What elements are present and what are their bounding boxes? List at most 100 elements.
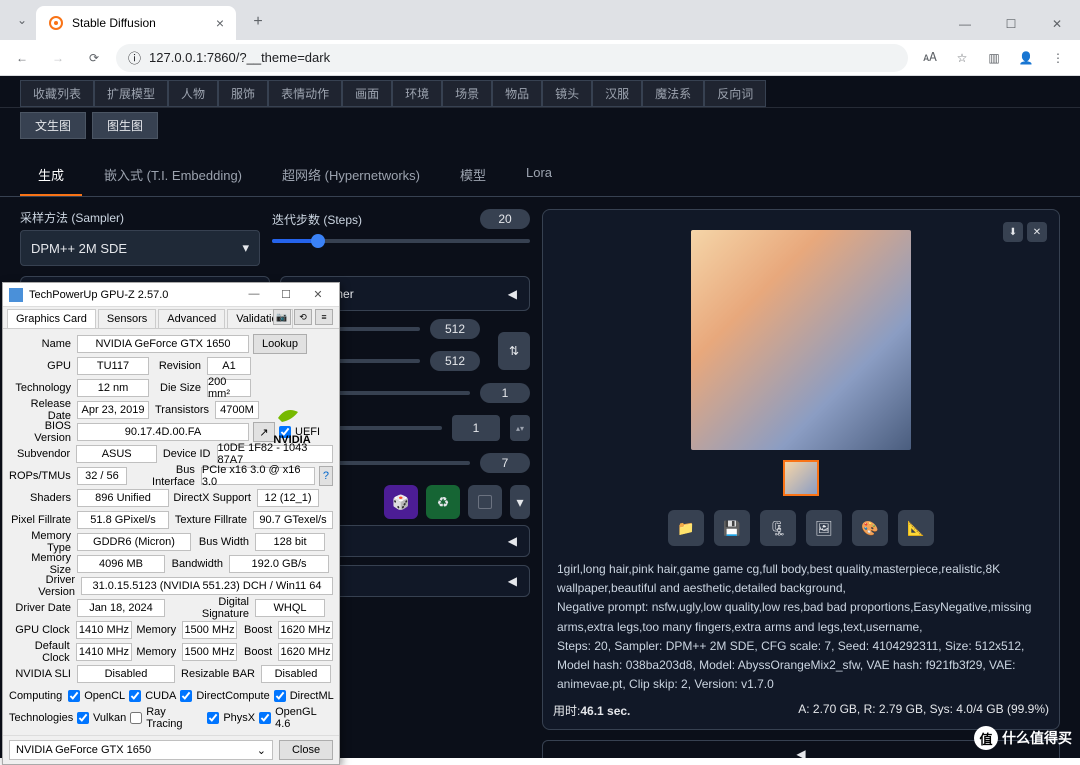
tab-title: Stable Diffusion bbox=[72, 16, 156, 30]
gpuz-settings-button[interactable]: ≡ bbox=[315, 309, 333, 325]
watermark-icon: 值 bbox=[974, 726, 998, 750]
reuse-seed-button[interactable]: ♻ bbox=[426, 485, 460, 519]
watermark-text: 什么值得买 bbox=[1002, 728, 1072, 748]
tab-list-arrow[interactable]: ⌄ bbox=[8, 6, 36, 34]
gpuz-titlebar[interactable]: TechPowerUp GPU-Z 2.57.0 — ☐ ✕ bbox=[3, 283, 339, 307]
height-value[interactable]: 512 bbox=[430, 351, 480, 371]
thumbnail[interactable] bbox=[783, 460, 819, 496]
translate-icon[interactable]: 🗚 bbox=[916, 44, 944, 72]
generated-image[interactable] bbox=[691, 230, 911, 450]
save-button[interactable]: 💾 bbox=[714, 510, 750, 546]
preview-panel: ⬇ ✕ 📁 💾 🗜 🖼 🎨 📐 1girl,long hair,pink hai… bbox=[542, 209, 1060, 730]
nav-item[interactable]: 魔法系 bbox=[642, 80, 704, 107]
download-button[interactable]: ⬇ bbox=[1003, 222, 1023, 242]
random-seed-button[interactable]: 🎲 bbox=[384, 485, 418, 519]
stepper-button[interactable]: ▴▾ bbox=[510, 415, 530, 441]
gpuz-icon bbox=[9, 288, 23, 302]
maximize-button[interactable]: ☐ bbox=[988, 8, 1034, 40]
collapse-arrow-icon: ◀ bbox=[508, 534, 517, 548]
minimize-button[interactable]: — bbox=[942, 8, 988, 40]
opencl-checkbox[interactable] bbox=[68, 690, 80, 702]
gpuz-close[interactable]: ✕ bbox=[303, 288, 333, 301]
time-value: 46.1 sec. bbox=[580, 704, 630, 718]
generation-info: Steps: 20, Sampler: DPM++ 2M SDE, CFG sc… bbox=[557, 637, 1045, 695]
sampler-label: 采样方法 (Sampler) bbox=[20, 209, 260, 226]
gpu-select-dropdown[interactable]: NVIDIA GeForce GTX 1650⌄ bbox=[9, 740, 273, 760]
nav-item[interactable]: 环境 bbox=[392, 80, 442, 107]
sidepanel-icon[interactable]: ▥ bbox=[980, 44, 1008, 72]
extra-button[interactable] bbox=[468, 485, 502, 519]
nvidia-logo: NVIDIA bbox=[257, 397, 327, 451]
close-preview-button[interactable]: ✕ bbox=[1027, 222, 1047, 242]
sampler-dropdown[interactable]: DPM++ 2M SDE ▾ bbox=[20, 230, 260, 266]
reload-button[interactable]: ⟳ bbox=[80, 44, 108, 72]
ruler-button[interactable]: 📐 bbox=[898, 510, 934, 546]
nav-item[interactable]: 镜头 bbox=[542, 80, 592, 107]
raytracing-checkbox[interactable] bbox=[130, 712, 142, 724]
gpuz-tab-advanced[interactable]: Advanced bbox=[158, 309, 225, 328]
forward-button[interactable]: → bbox=[44, 44, 72, 72]
nav-item[interactable]: 表情动作 bbox=[268, 80, 342, 107]
nav-item[interactable]: 物品 bbox=[492, 80, 542, 107]
nav-item[interactable]: 反向词 bbox=[704, 80, 766, 107]
gpuz-maximize[interactable]: ☐ bbox=[271, 288, 301, 301]
gpuz-window[interactable]: TechPowerUp GPU-Z 2.57.0 — ☐ ✕ Graphics … bbox=[2, 282, 340, 765]
nav-item[interactable]: 服饰 bbox=[218, 80, 268, 107]
time-label: 用时: bbox=[553, 704, 580, 718]
steps-slider[interactable] bbox=[272, 239, 530, 243]
vulkan-checkbox[interactable] bbox=[77, 712, 89, 724]
address-bar[interactable]: ⓘ 127.0.0.1:7860/?__theme=dark bbox=[116, 44, 908, 72]
nav-item[interactable]: 收藏列表 bbox=[20, 80, 94, 107]
browser-tab[interactable]: Stable Diffusion × bbox=[36, 6, 236, 40]
gpuz-refresh-button[interactable]: ⟲ bbox=[294, 309, 312, 325]
new-tab-button[interactable]: + bbox=[244, 8, 272, 36]
tab-hypernetworks[interactable]: 超网络 (Hypernetworks) bbox=[264, 155, 438, 196]
prompt-text: 1girl,long hair,pink hair,game game cg,f… bbox=[557, 560, 1045, 598]
gpuz-tab-sensors[interactable]: Sensors bbox=[98, 309, 156, 328]
folder-button[interactable]: 📁 bbox=[668, 510, 704, 546]
profile-icon[interactable]: 👤 bbox=[1012, 44, 1040, 72]
menu-icon[interactable]: ⋮ bbox=[1044, 44, 1072, 72]
img2img-button[interactable]: 图生图 bbox=[92, 112, 158, 139]
gpuz-screenshot-button[interactable]: 📷 bbox=[273, 309, 291, 325]
collapse-arrow-icon: ◀ bbox=[796, 747, 805, 758]
nav-item[interactable]: 扩展模型 bbox=[94, 80, 168, 107]
close-window-button[interactable]: ✕ bbox=[1034, 8, 1080, 40]
sampler-value: DPM++ 2M SDE bbox=[31, 241, 127, 256]
cfg-value[interactable]: 7 bbox=[480, 453, 530, 473]
tab-lora[interactable]: Lora bbox=[508, 155, 570, 196]
cuda-checkbox[interactable] bbox=[129, 690, 141, 702]
dropdown-arrow-icon[interactable]: ▾ bbox=[510, 485, 530, 519]
nav-item[interactable]: 画面 bbox=[342, 80, 392, 107]
txt2img-button[interactable]: 文生图 bbox=[20, 112, 86, 139]
steps-value[interactable]: 20 bbox=[480, 209, 530, 229]
gpuz-minimize[interactable]: — bbox=[239, 288, 269, 301]
tab-checkpoints[interactable]: 模型 bbox=[442, 155, 504, 196]
batch-size-value[interactable]: 1 bbox=[452, 415, 500, 441]
info-icon: ⓘ bbox=[128, 48, 141, 67]
nav-item[interactable]: 汉服 bbox=[592, 80, 642, 107]
swap-dimensions-button[interactable]: ⇅ bbox=[498, 332, 530, 370]
tab-embedding[interactable]: 嵌入式 (T.I. Embedding) bbox=[86, 155, 260, 196]
send-img-button[interactable]: 🖼 bbox=[806, 510, 842, 546]
category-nav: 收藏列表 扩展模型 人物 服饰 表情动作 画面 环境 场景 物品 镜头 汉服 魔… bbox=[0, 76, 1080, 108]
directcompute-checkbox[interactable] bbox=[180, 690, 192, 702]
tab-close-icon[interactable]: × bbox=[216, 15, 224, 31]
opengl-checkbox[interactable] bbox=[259, 712, 271, 724]
back-button[interactable]: ← bbox=[8, 44, 36, 72]
nav-item[interactable]: 人物 bbox=[168, 80, 218, 107]
directml-checkbox[interactable] bbox=[274, 690, 286, 702]
gpuz-close-button[interactable]: Close bbox=[279, 740, 333, 760]
bookmark-icon[interactable]: ☆ bbox=[948, 44, 976, 72]
width-value[interactable]: 512 bbox=[430, 319, 480, 339]
lookup-button[interactable]: Lookup bbox=[253, 334, 307, 354]
palette-button[interactable]: 🎨 bbox=[852, 510, 888, 546]
tab-generate[interactable]: 生成 bbox=[20, 155, 82, 196]
batch-count-value[interactable]: 1 bbox=[480, 383, 530, 403]
nav-item[interactable]: 场景 bbox=[442, 80, 492, 107]
zip-button[interactable]: 🗜 bbox=[760, 510, 796, 546]
bus-info-button[interactable]: ? bbox=[319, 466, 333, 486]
gpuz-tab-graphics[interactable]: Graphics Card bbox=[7, 309, 96, 328]
neg-prompt-text: Negative prompt: nsfw,ugly,low quality,l… bbox=[557, 598, 1045, 636]
physx-checkbox[interactable] bbox=[207, 712, 219, 724]
